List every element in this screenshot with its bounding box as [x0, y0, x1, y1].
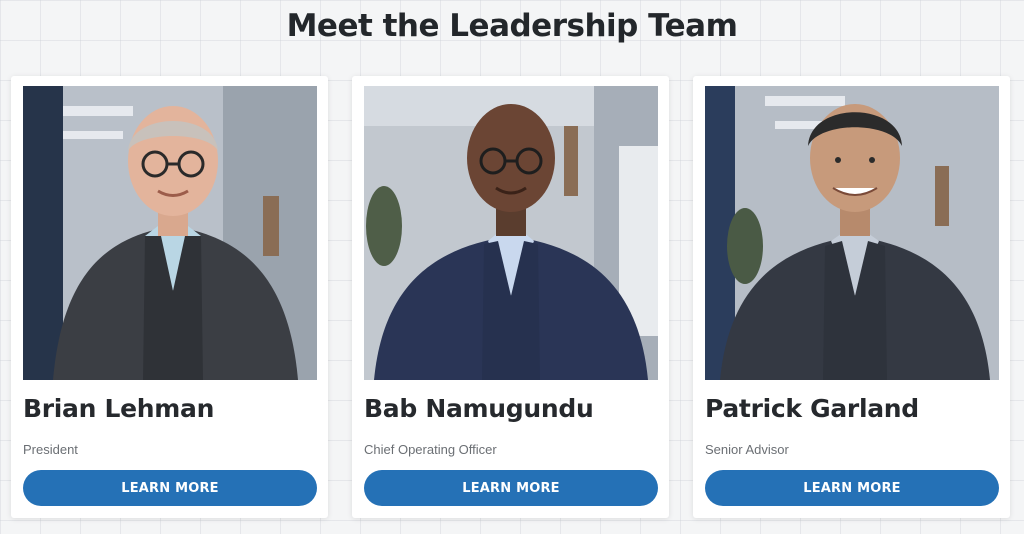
team-cards: Brian Lehman President LEARN MORE Bab Na…	[11, 76, 1015, 520]
member-name: Patrick Garland	[705, 394, 919, 423]
learn-more-button[interactable]: LEARN MORE	[23, 470, 317, 506]
portrait-photo	[705, 86, 999, 380]
member-title: President	[23, 442, 78, 457]
member-title: Senior Advisor	[705, 442, 789, 457]
learn-more-button[interactable]: LEARN MORE	[364, 470, 658, 506]
team-card: Brian Lehman President LEARN MORE	[11, 76, 328, 518]
member-name: Bab Namugundu	[364, 394, 594, 423]
page-title: Meet the Leadership Team	[286, 8, 738, 44]
portrait-photo	[23, 86, 317, 380]
learn-more-button[interactable]: LEARN MORE	[705, 470, 999, 506]
team-card: Patrick Garland Senior Advisor LEARN MOR…	[693, 76, 1010, 518]
member-name: Brian Lehman	[23, 394, 215, 423]
portrait-photo	[364, 86, 658, 380]
member-title: Chief Operating Officer	[364, 442, 497, 457]
team-card: Bab Namugundu Chief Operating Officer LE…	[352, 76, 669, 518]
